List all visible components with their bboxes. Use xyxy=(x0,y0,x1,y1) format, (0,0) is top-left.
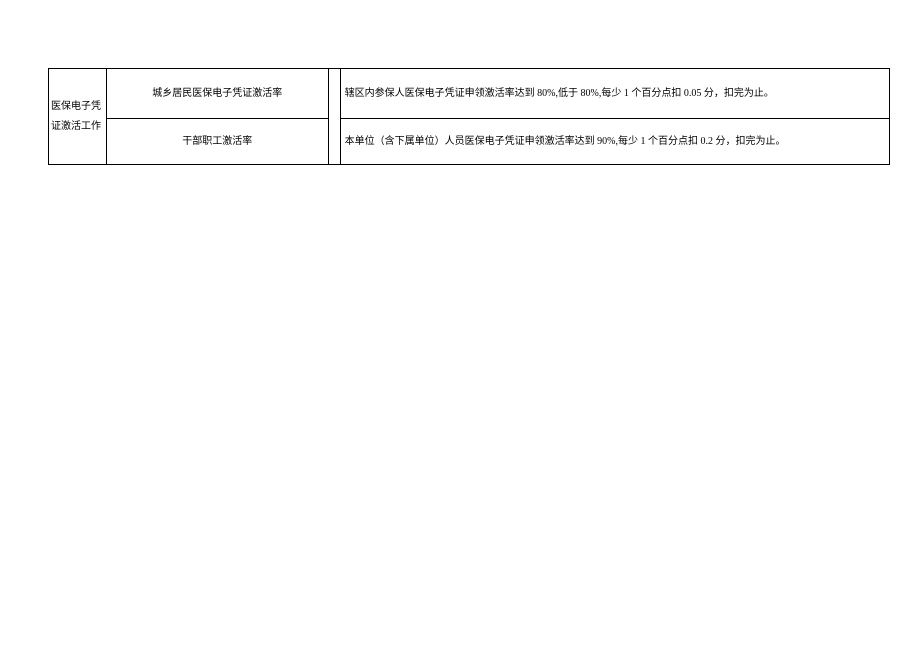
category-cell: 医保电子凭证激活工作 xyxy=(49,69,107,165)
table-row: 干部职工激活率 本单位（含下属单位）人员医保电子凭证申领激活率达到 90%,每少… xyxy=(49,119,890,165)
description-cell: 本单位（含下属单位）人员医保电子凭证申领激活率达到 90%,每少 1 个百分点扣… xyxy=(340,119,889,165)
description-cell: 辖区内参保人医保电子凭证申领激活率达到 80%,低于 80%,每少 1 个百分点… xyxy=(340,69,889,119)
table: 医保电子凭证激活工作 城乡居民医保电子凭证激活率 辖区内参保人医保电子凭证申领激… xyxy=(48,68,890,165)
empty-cell xyxy=(328,69,340,165)
indicator-cell: 干部职工激活率 xyxy=(106,119,328,165)
indicator-cell: 城乡居民医保电子凭证激活率 xyxy=(106,69,328,119)
table-row: 医保电子凭证激活工作 城乡居民医保电子凭证激活率 辖区内参保人医保电子凭证申领激… xyxy=(49,69,890,119)
assessment-table: 医保电子凭证激活工作 城乡居民医保电子凭证激活率 辖区内参保人医保电子凭证申领激… xyxy=(48,68,890,165)
